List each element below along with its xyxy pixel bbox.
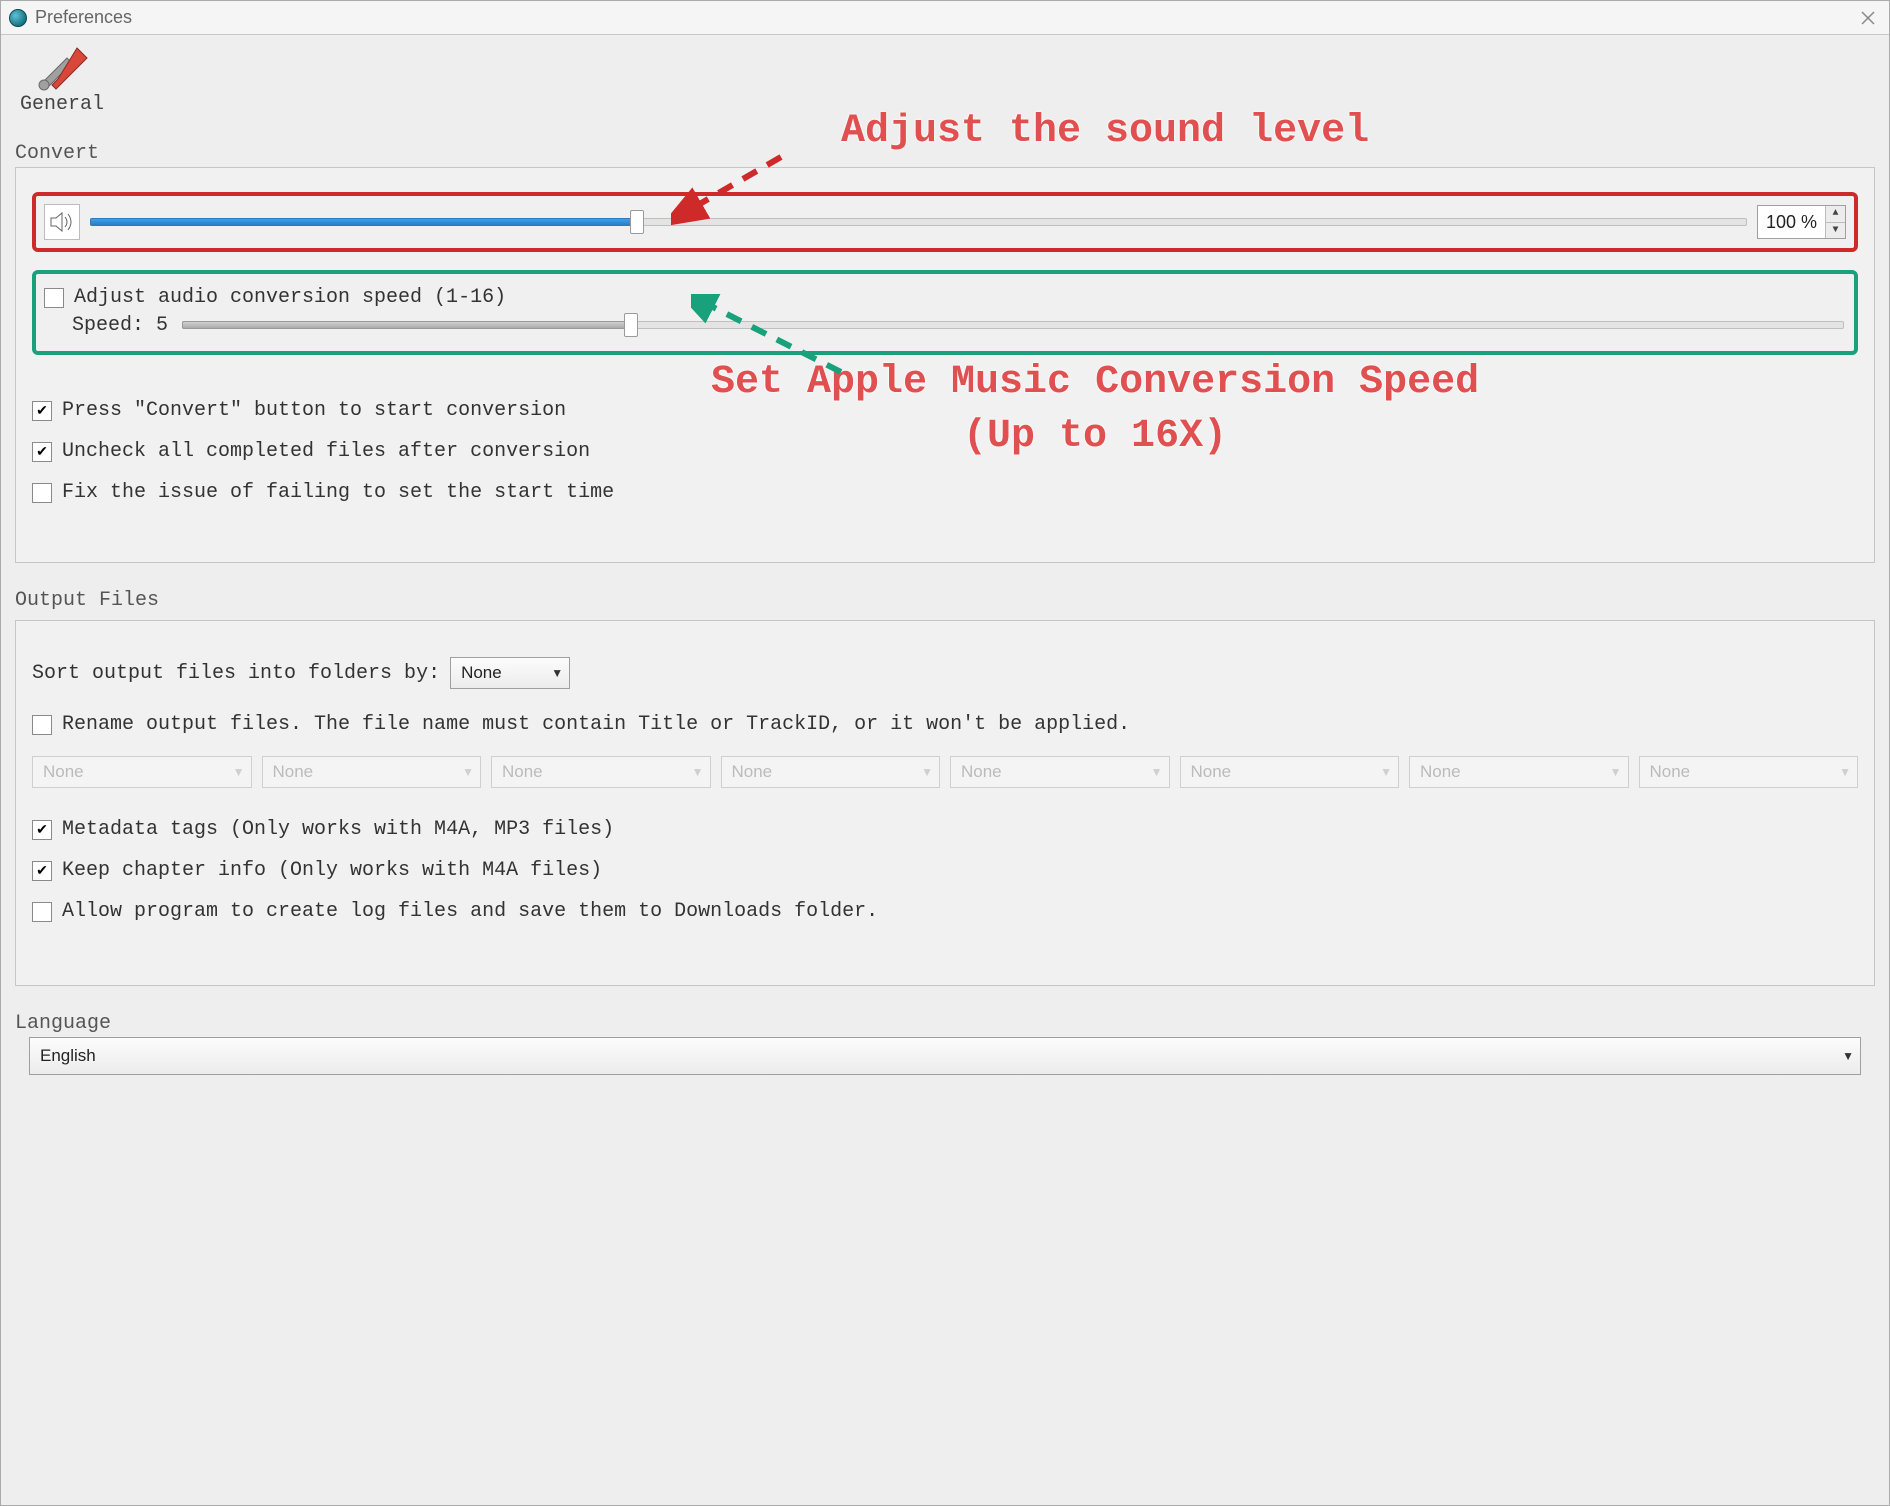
app-icon [9, 9, 27, 27]
adjust-speed-checkbox[interactable] [44, 288, 64, 308]
volume-box: 100 % ▲ ▼ [32, 192, 1858, 252]
chevron-down-icon: ▼ [1380, 765, 1392, 779]
volume-spinbox[interactable]: 100 % ▲ ▼ [1757, 205, 1846, 239]
rename-field-value: None [273, 762, 314, 782]
rename-field-1-dropdown[interactable]: None ▼ [32, 756, 252, 788]
volume-slider[interactable] [90, 210, 1747, 234]
speed-value-label: Speed: 5 [72, 314, 172, 337]
volume-step-down[interactable]: ▼ [1826, 223, 1845, 239]
chevron-down-icon: ▼ [1839, 765, 1851, 779]
section-output-label: Output Files [15, 589, 1889, 612]
rename-field-7-dropdown[interactable]: None ▼ [1409, 756, 1629, 788]
chevron-down-icon: ▼ [1151, 765, 1163, 779]
convert-group: 100 % ▲ ▼ Adjust audio conversion speed … [15, 167, 1875, 563]
speaker-icon [44, 204, 80, 240]
chapter-checkbox[interactable] [32, 861, 52, 881]
rename-field-value: None [43, 762, 84, 782]
logs-checkbox[interactable] [32, 902, 52, 922]
chevron-down-icon: ▼ [233, 765, 245, 779]
speed-box: Adjust audio conversion speed (1-16) Spe… [32, 270, 1858, 355]
language-dropdown[interactable]: English ▼ [29, 1037, 1861, 1075]
adjust-speed-label: Adjust audio conversion speed (1-16) [74, 286, 506, 309]
chevron-down-icon: ▼ [921, 765, 933, 779]
chevron-down-icon: ▼ [692, 765, 704, 779]
uncheck-completed-checkbox[interactable] [32, 442, 52, 462]
tab-general-label: General [20, 93, 104, 116]
chapter-label: Keep chapter info (Only works with M4A f… [62, 859, 602, 882]
output-group: Sort output files into folders by: None … [15, 620, 1875, 986]
tools-icon [32, 43, 92, 93]
press-convert-label: Press "Convert" button to start conversi… [62, 399, 566, 422]
titlebar: Preferences [1, 1, 1889, 35]
rename-field-value: None [1650, 762, 1691, 782]
rename-checkbox[interactable] [32, 715, 52, 735]
volume-step-up[interactable]: ▲ [1826, 206, 1845, 223]
language-value: English [40, 1046, 96, 1066]
chevron-down-icon: ▼ [551, 666, 563, 680]
chevron-down-icon: ▼ [462, 765, 474, 779]
rename-field-value: None [502, 762, 543, 782]
rename-field-value: None [961, 762, 1002, 782]
rename-field-5-dropdown[interactable]: None ▼ [950, 756, 1170, 788]
rename-field-6-dropdown[interactable]: None ▼ [1180, 756, 1400, 788]
tab-general[interactable]: General [27, 43, 97, 116]
rename-field-4-dropdown[interactable]: None ▼ [721, 756, 941, 788]
chevron-down-icon: ▼ [1610, 765, 1622, 779]
rename-field-value: None [1420, 762, 1461, 782]
close-button[interactable] [1859, 1, 1877, 35]
convert-checks: Press "Convert" button to start conversi… [32, 399, 1858, 504]
chevron-down-icon: ▼ [1842, 1049, 1854, 1063]
output-checks: Metadata tags (Only works with M4A, MP3 … [32, 818, 1858, 923]
metadata-label: Metadata tags (Only works with M4A, MP3 … [62, 818, 614, 841]
rename-field-2-dropdown[interactable]: None ▼ [262, 756, 482, 788]
sort-label: Sort output files into folders by: [32, 662, 440, 685]
rename-field-value: None [1191, 762, 1232, 782]
section-convert-label: Convert [15, 142, 1889, 165]
sort-dropdown-value: None [461, 663, 502, 683]
press-convert-checkbox[interactable] [32, 401, 52, 421]
rename-label: Rename output files. The file name must … [62, 713, 1130, 736]
speed-slider[interactable] [182, 313, 1844, 337]
fix-start-time-checkbox[interactable] [32, 483, 52, 503]
volume-value: 100 % [1758, 206, 1825, 238]
metadata-checkbox[interactable] [32, 820, 52, 840]
window-title: Preferences [35, 7, 132, 28]
rename-fields-row: None ▼ None ▼ None ▼ None ▼ None ▼ None ▼ None ▼ None ▼ [32, 756, 1858, 788]
section-language-label: Language [15, 1012, 1889, 1035]
sort-dropdown[interactable]: None ▼ [450, 657, 570, 689]
uncheck-completed-label: Uncheck all completed files after conver… [62, 440, 590, 463]
language-group: English ▼ [15, 1037, 1875, 1075]
logs-label: Allow program to create log files and sa… [62, 900, 878, 923]
rename-field-3-dropdown[interactable]: None ▼ [491, 756, 711, 788]
rename-field-value: None [732, 762, 773, 782]
rename-field-8-dropdown[interactable]: None ▼ [1639, 756, 1859, 788]
preferences-window: Preferences General Convert [0, 0, 1890, 1506]
fix-start-time-label: Fix the issue of failing to set the star… [62, 481, 614, 504]
